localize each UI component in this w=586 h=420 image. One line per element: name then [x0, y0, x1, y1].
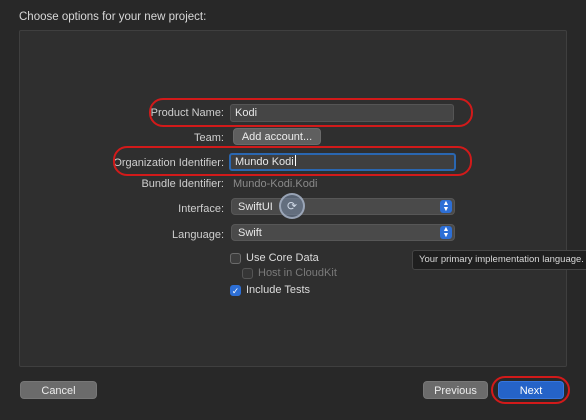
team-label: Team: — [194, 132, 224, 144]
include-tests-checkbox[interactable]: ✓ — [230, 285, 241, 296]
use-core-data-label: Use Core Data — [246, 252, 319, 264]
next-button[interactable]: Next — [498, 381, 564, 399]
chevron-up-down-icon: ▲ ▼ — [440, 200, 452, 213]
interface-selected: SwiftUI — [238, 201, 273, 213]
interface-label: Interface: — [178, 203, 224, 215]
language-selected: Swift — [238, 227, 262, 239]
use-core-data-checkbox[interactable] — [230, 253, 241, 264]
bundle-identifier-value: Mundo-Kodi.Kodi — [233, 178, 318, 190]
host-in-cloudkit-label: Host in CloudKit — [258, 267, 337, 279]
host-in-cloudkit-checkbox — [242, 268, 253, 279]
add-account-button[interactable]: Add account... — [233, 128, 321, 145]
include-tests-label: Include Tests — [246, 284, 311, 296]
dialog-header: Choose options for your new project: — [19, 11, 207, 23]
interface-popup[interactable]: SwiftUI ▲ ▼ — [231, 198, 455, 215]
product-name-highlight — [149, 98, 473, 127]
bundle-identifier-label: Bundle Identifier: — [141, 178, 224, 190]
cursor-click-icon: ⟳ — [279, 193, 305, 219]
organization-identifier-highlight — [113, 146, 472, 176]
previous-button[interactable]: Previous — [423, 381, 488, 399]
new-project-sheet: Choose options for your new project: Pro… — [0, 0, 586, 420]
checkmark-icon: ✓ — [231, 286, 240, 296]
chevron-up-down-icon: ▲ ▼ — [440, 226, 452, 239]
language-tooltip: Your primary implementation language. — [412, 250, 586, 270]
cancel-button[interactable]: Cancel — [20, 381, 97, 399]
language-label: Language: — [172, 229, 224, 241]
language-popup[interactable]: Swift ▲ ▼ — [231, 224, 455, 241]
